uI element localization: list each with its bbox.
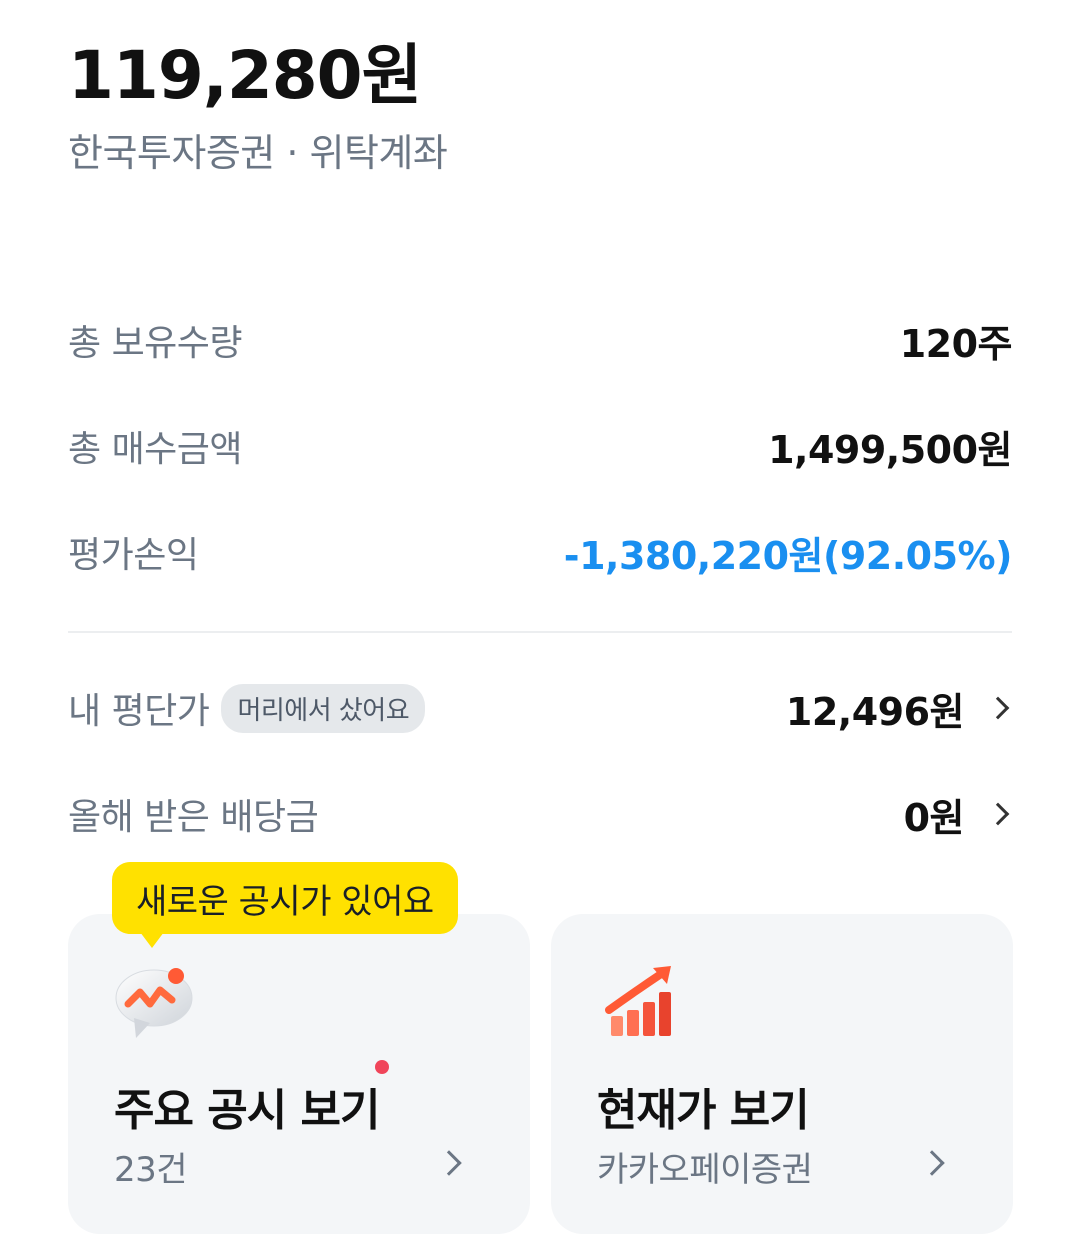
current-price-card-broker: 카카오페이증권 [597,1150,813,1190]
dividend-row[interactable]: 올해 받은 배당금 0원 [68,784,1012,844]
disclosure-card[interactable]: 주요 공시 보기 23건 [68,914,530,1234]
avg-price-badge: 머리에서 샀어요 [221,683,426,733]
purchase-amount-label: 총 매수금액 [68,429,243,470]
notification-dot [375,1060,389,1074]
current-price-card[interactable]: 현재가 보기 카카오페이증권 [551,914,1013,1234]
rising-bar-chart-icon [605,966,671,1036]
summary-row-purchase-amount: 총 매수금액 1,499,500원 [68,416,1012,476]
chat-bubble-trend-icon [115,968,193,1038]
summary-row-profit-loss: 평가손익 -1,380,220원(92.05%) [68,522,1013,582]
quantity-label: 총 보유수량 [68,323,243,364]
disclosure-card-count: 23건 [114,1150,188,1190]
tooltip-tail [140,932,164,948]
chevron-right-icon [436,1150,462,1176]
purchase-amount-value: 1,499,500원 [768,427,1012,472]
account-info: 한국투자증권 · 위탁계좌 [68,131,448,175]
profit-loss-value: -1,380,220원(92.05%) [563,533,1013,578]
stock-detail-page: 119,280원 한국투자증권 · 위탁계좌 총 보유수량 120주 총 매수금… [0,0,1080,1243]
chevron-right-icon [986,802,1010,826]
new-disclosure-tooltip[interactable]: 새로운 공시가 있어요 [112,862,458,948]
current-price-card-title: 현재가 보기 [597,1085,810,1136]
avg-price-row[interactable]: 내 평단가 머리에서 샀어요 12,496원 [68,678,1012,738]
total-value: 119,280원 [68,37,422,114]
profit-loss-label: 평가손익 [68,535,199,576]
dividend-value: 0원 [903,795,965,840]
disclosure-card-title: 주요 공시 보기 [114,1085,381,1136]
avg-price-value-group: 12,496원 [786,681,1012,736]
dividend-label: 올해 받은 배당금 [68,797,319,838]
summary-row-quantity: 총 보유수량 120주 [68,310,1013,370]
avg-price-label-group: 내 평단가 머리에서 샀어요 [68,682,426,734]
quantity-value: 120주 [899,321,1013,366]
chevron-right-icon [919,1150,945,1176]
avg-price-label: 내 평단가 [68,691,210,732]
dividend-value-group: 0원 [904,787,1012,842]
divider [68,631,1012,633]
tooltip-text: 새로운 공시가 있어요 [136,881,434,922]
avg-price-value: 12,496원 [785,689,965,734]
chevron-right-icon [986,696,1010,720]
